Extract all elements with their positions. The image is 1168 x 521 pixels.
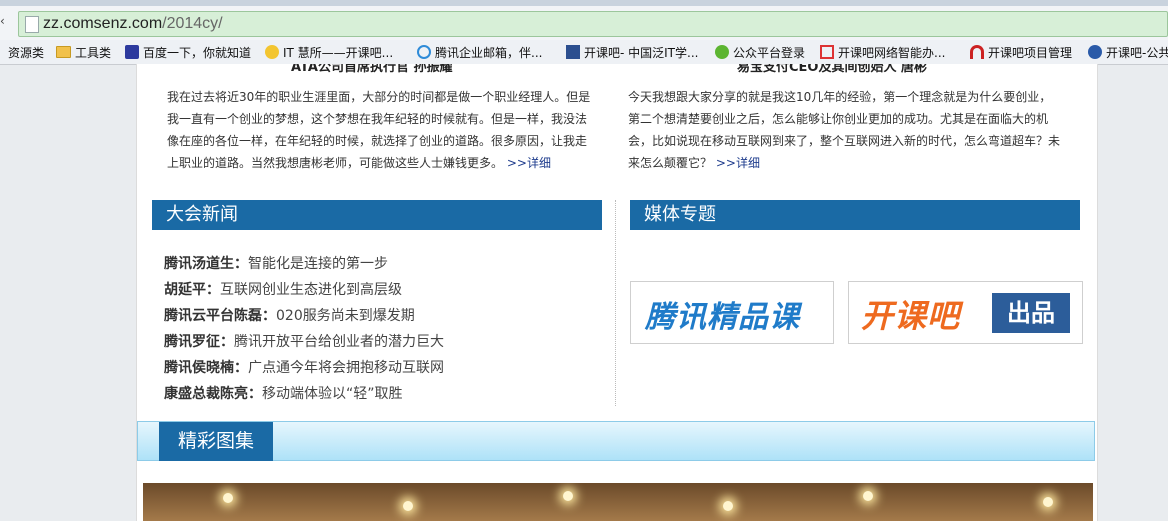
url-text: zz.comsenz.com/2014cy/ <box>43 15 223 33</box>
baidu-paw-icon <box>125 45 139 59</box>
news-item[interactable]: 胡延平：互联网创业生态进化到高层级 <box>164 277 604 303</box>
ceiling-light <box>863 491 873 501</box>
news-speaker: 腾讯汤道生： <box>164 256 248 272</box>
bookmark-tools[interactable]: 工具类 <box>56 43 111 61</box>
bookmark-label: 开课吧项目管理 <box>988 45 1073 60</box>
news-speaker: 胡延平： <box>164 282 220 298</box>
ceiling-light <box>403 501 413 511</box>
news-speaker: 腾讯罗征： <box>164 334 234 350</box>
speech-excerpt-left: 我在过去将近30年的职业生涯里面，大部分的时间都是做一个职业经理人。但是我一直有… <box>167 86 597 174</box>
news-headline: 互联网创业生态进化到高层级 <box>220 282 402 298</box>
news-headline: 移动端体验以“轻”取胜 <box>262 386 403 402</box>
more-link-right[interactable]: >>详细 <box>716 156 760 170</box>
logo2-text: 开课吧 <box>861 297 961 335</box>
page-icon <box>25 16 39 33</box>
ceiling-light <box>723 501 733 511</box>
bookmark-label: 资源类 <box>8 45 45 60</box>
bookmark-qq-mail[interactable]: 腾讯企业邮箱，伴... <box>417 43 542 61</box>
speaker-title-right: 易宝支付CEO及其间创始人 唐彬 <box>737 64 927 75</box>
folder-icon <box>56 46 71 58</box>
bookmark-project[interactable]: 开课吧项目管理 <box>970 43 1072 61</box>
news-item[interactable]: 腾讯侯晓楠：广点通今年将会拥抱移动互联网 <box>164 355 604 381</box>
media-section-title: 媒体专题 <box>630 200 1080 230</box>
arch-icon <box>970 45 984 59</box>
url-field[interactable]: zz.comsenz.com/2014cy/ <box>18 11 1168 37</box>
column-divider <box>615 200 616 406</box>
person-icon <box>1088 45 1102 59</box>
bookmark-label: 腾讯企业邮箱，伴... <box>435 45 543 60</box>
bookmark-it-huisuo[interactable]: IT 慧所——开课吧... <box>265 43 393 61</box>
more-link-left[interactable]: >>详细 <box>507 156 551 170</box>
gallery-header: 精彩图集 <box>137 421 1095 461</box>
news-speaker: 腾讯云平台陈磊： <box>164 308 276 324</box>
ceiling-light <box>223 493 233 503</box>
kaikeba-logo[interactable]: 开课吧 出品 <box>848 281 1083 344</box>
logo2-badge: 出品 <box>992 293 1070 333</box>
page-content: ATA公司首席执行官 孙振耀 易宝支付CEO及其间创始人 唐彬 我在过去将近30… <box>136 64 1098 521</box>
bookmark-label: 工具类 <box>75 45 112 60</box>
address-bar: ‹ zz.comsenz.com/2014cy/ <box>0 6 1168 41</box>
news-item[interactable]: 康盛总裁陈亮：移动端体验以“轻”取胜 <box>164 381 604 407</box>
tencent-course-logo[interactable]: 腾讯精品课 <box>630 281 834 344</box>
book-icon <box>566 45 580 59</box>
bookmark-label: 公众平台登录 <box>733 45 806 60</box>
speaker-title-left: ATA公司首席执行官 孙振耀 <box>291 64 453 75</box>
url-path: /2014cy/ <box>162 15 223 32</box>
bookmark-kaikeba-it[interactable]: 开课吧- 中国泛IT学... <box>566 43 698 61</box>
bookmark-label: 开课吧- 中国泛IT学... <box>584 45 699 60</box>
bulb-icon <box>265 45 279 59</box>
history-arrow-icon[interactable]: ‹ <box>0 14 8 32</box>
news-headline: 020服务尚未到爆发期 <box>276 308 415 324</box>
logo1-text: 腾讯精品课 <box>645 300 800 335</box>
folder-icon <box>0 45 4 59</box>
bookmark-label: IT 慧所——开课吧... <box>283 45 394 60</box>
bookmark-label: 百度一下，你就知道 <box>143 45 252 60</box>
bookmark-label: 开课吧网络智能办... <box>838 45 946 60</box>
gallery-section-title: 精彩图集 <box>159 422 273 461</box>
bookmarks-bar: 资源类 工具类 百度一下，你就知道 IT 慧所——开课吧... 腾讯企业邮箱，伴… <box>0 40 1168 65</box>
bookmark-office[interactable]: 开课吧网络智能办... <box>820 43 945 61</box>
gallery-photo[interactable] <box>143 483 1093 521</box>
news-speaker: 腾讯侯晓楠： <box>164 360 248 376</box>
office-icon <box>820 45 834 59</box>
news-speaker: 康盛总裁陈亮： <box>164 386 262 402</box>
news-item[interactable]: 腾讯罗征：腾讯开放平台给创业者的潜力巨大 <box>164 329 604 355</box>
url-host: zz.comsenz.com <box>43 15 163 32</box>
bookmark-wechat[interactable]: 公众平台登录 <box>715 43 805 61</box>
news-headline: 广点通今年将会拥抱移动互联网 <box>248 360 444 376</box>
news-list: 腾讯汤道生：智能化是连接的第一步 胡延平：互联网创业生态进化到高层级 腾讯云平台… <box>164 251 604 407</box>
bookmark-baidu[interactable]: 百度一下，你就知道 <box>125 43 251 61</box>
speech-excerpt-right: 今天我想跟大家分享的就是我这10几年的经验，第一个理念就是为什么要创业，第二个想… <box>628 86 1060 174</box>
news-headline: 智能化是连接的第一步 <box>248 256 388 272</box>
news-item[interactable]: 腾讯云平台陈磊：020服务尚未到爆发期 <box>164 303 604 329</box>
ceiling-light <box>1043 497 1053 507</box>
qq-mail-icon <box>417 45 431 59</box>
news-headline: 腾讯开放平台给创业者的潜力巨大 <box>234 334 444 350</box>
news-item[interactable]: 腾讯汤道生：智能化是连接的第一步 <box>164 251 604 277</box>
bookmark-resources[interactable]: 资源类 <box>0 43 44 61</box>
news-section-title: 大会新闻 <box>152 200 602 230</box>
wechat-icon <box>715 45 729 59</box>
bookmark-label: 开课吧-公共 <box>1106 45 1168 60</box>
bookmark-public[interactable]: 开课吧-公共 <box>1088 43 1168 61</box>
ceiling-light <box>563 491 573 501</box>
speech-text: 今天我想跟大家分享的就是我这10几年的经验，第一个理念就是为什么要创业，第二个想… <box>628 90 1061 170</box>
